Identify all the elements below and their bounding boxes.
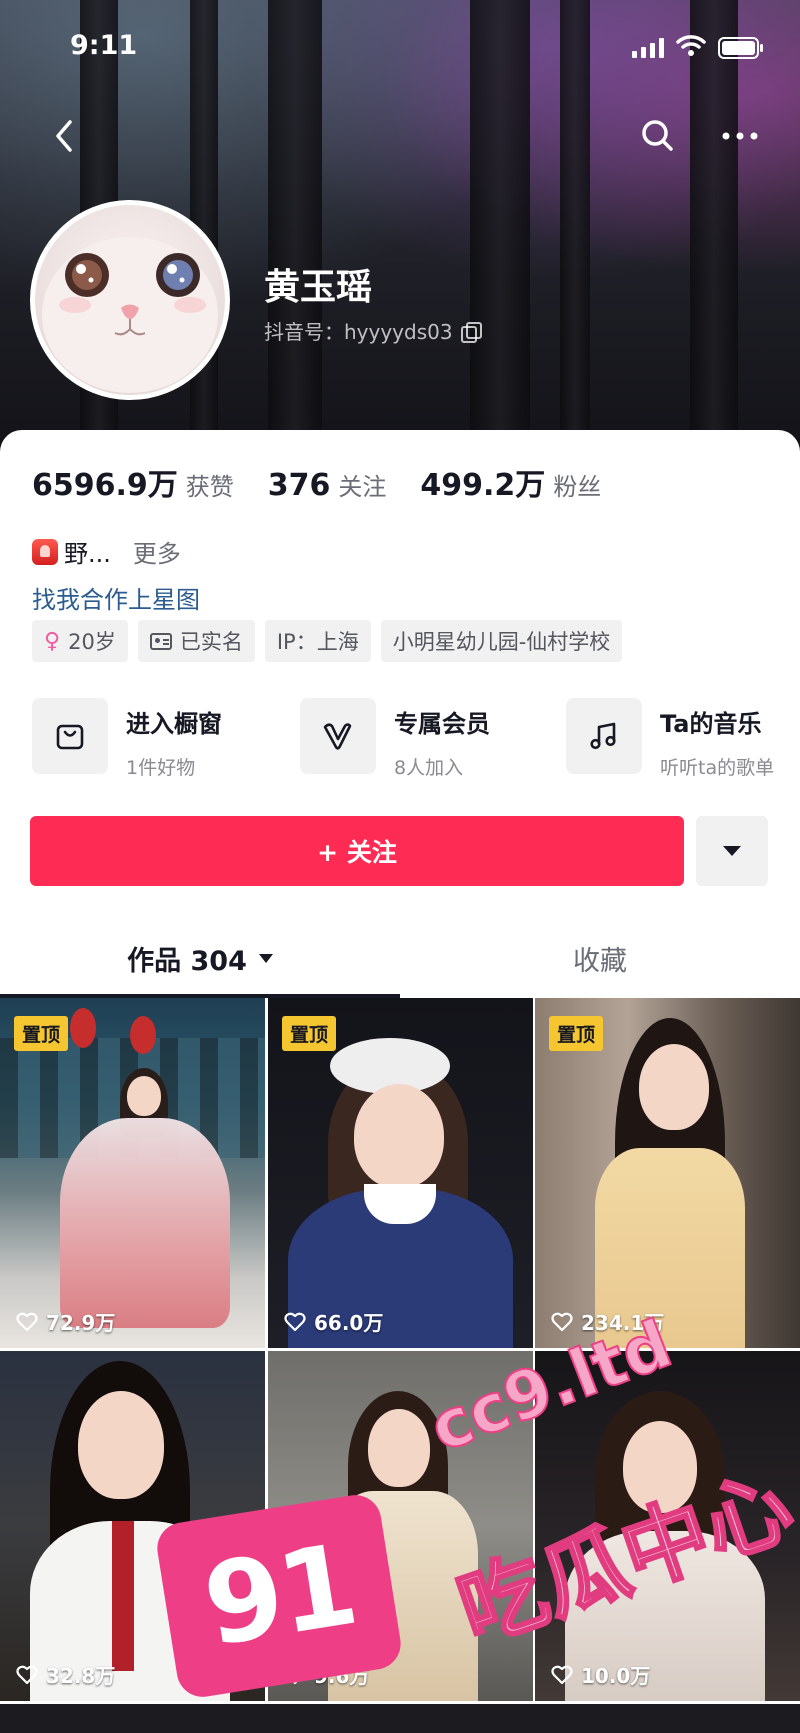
- music-title: Ta的音乐: [660, 710, 762, 738]
- following-label[interactable]: 关注: [338, 467, 386, 502]
- pinned-badge: 置顶: [282, 1016, 337, 1051]
- tab-works-label: 作品 304: [127, 945, 247, 977]
- age-tag: ♀ 20岁: [32, 620, 128, 662]
- chevron-left-icon: [56, 120, 72, 152]
- shopping-bag-icon-box: [32, 698, 108, 774]
- douyin-id: 抖音号：hyyyyds03: [264, 316, 482, 345]
- pinned-badge: 置顶: [14, 1016, 69, 1051]
- status-time: 9:11: [70, 30, 138, 61]
- video-tile[interactable]: 9.6万: [268, 1351, 533, 1701]
- search-button[interactable]: [636, 114, 680, 158]
- followers-label[interactable]: 粉丝: [553, 467, 601, 502]
- exclusive-member-subtitle: 8人加入: [394, 757, 464, 779]
- follow-button[interactable]: + 关注: [30, 816, 684, 886]
- status-bar: 9:11: [0, 0, 800, 96]
- wifi-icon: [676, 35, 706, 56]
- video-likes-count: 234.1万: [581, 1311, 665, 1335]
- id-card-icon: [149, 632, 172, 650]
- avatar[interactable]: [30, 200, 230, 400]
- caret-down-icon: [723, 846, 741, 856]
- music-subtitle: 听听ta的歌单: [660, 757, 775, 779]
- video-thumbnail: [268, 1351, 533, 1701]
- following-count[interactable]: 376: [268, 468, 331, 503]
- video-tile[interactable]: 10.0万: [535, 1351, 800, 1701]
- video-thumbnail: [535, 1351, 800, 1701]
- bio-more-link[interactable]: 更多: [133, 534, 181, 569]
- video-likes-count: 72.9万: [46, 1311, 116, 1335]
- video-likes-count: 10.0万: [581, 1664, 651, 1688]
- heart-icon: [16, 1665, 38, 1684]
- pinned-badge: 置顶: [549, 1016, 604, 1051]
- profile-stats: 6596.9万 获赞 376 关注 499.2万 粉丝: [32, 460, 635, 504]
- profile-name: 黄玉瑶: [264, 267, 373, 308]
- exclusive-member-title: 专属会员: [394, 710, 490, 738]
- likes-label[interactable]: 获赞: [186, 467, 234, 502]
- video-tile[interactable]: 32.8万: [0, 1351, 265, 1701]
- content-tabs: 作品 304 收藏: [0, 918, 800, 998]
- search-icon: [642, 120, 673, 151]
- video-tile[interactable]: 置顶 234.1万: [535, 998, 800, 1348]
- music-entry[interactable]: Ta的音乐 听听ta的歌单: [566, 698, 774, 782]
- cellular-signal-icon: [632, 38, 664, 58]
- shop-window-subtitle: 1件好物: [126, 757, 196, 779]
- video-grid: 置顶 72.9万 置顶 66.0万 置顶 234.1万 32.8万 9.6万 1…: [0, 998, 800, 1733]
- battery-icon: [718, 37, 763, 59]
- exclusive-member-entry[interactable]: 专属会员 8人加入: [300, 698, 490, 782]
- video-likes: 72.9万: [16, 1307, 115, 1336]
- video-likes: 234.1万: [551, 1307, 664, 1336]
- likes-count[interactable]: 6596.9万: [32, 460, 178, 504]
- member-icon-box: [300, 698, 376, 774]
- video-likes: 32.8万: [16, 1660, 115, 1689]
- video-thumbnail: [0, 1351, 265, 1701]
- music-icon-box: [566, 698, 642, 774]
- ip-location-text: IP：上海: [276, 630, 359, 654]
- heart-icon: [16, 1312, 38, 1331]
- shopping-bag-icon: [56, 724, 84, 750]
- profile-services: 进入橱窗 1件好物 专属会员 8人加入 Ta的音乐 听听ta的歌单: [32, 698, 800, 782]
- video-likes: 9.6万: [284, 1660, 369, 1689]
- cat-face-avatar-image: [42, 237, 218, 393]
- video-likes: 10.0万: [551, 1660, 650, 1689]
- video-likes-count: 9.6万: [314, 1664, 370, 1688]
- verified-text: 已实名: [179, 630, 243, 654]
- video-likes-count: 66.0万: [314, 1311, 384, 1335]
- school-text: 小明星幼儿园-仙村学校: [392, 630, 611, 654]
- star-map-cooperation-link[interactable]: 找我合作上星图: [32, 580, 200, 615]
- tab-works[interactable]: 作品 304: [0, 918, 400, 998]
- video-likes-count: 32.8万: [46, 1664, 116, 1688]
- heart-icon: [284, 1665, 306, 1684]
- profile-tags: ♀ 20岁 已实名 IP：上海 小明星幼儿园-仙村学校: [32, 620, 623, 662]
- shop-window-title: 进入橱窗: [126, 710, 222, 738]
- video-row-partial: [0, 1704, 800, 1733]
- video-tile[interactable]: 置顶 66.0万: [268, 998, 533, 1348]
- bio: 野... 更多: [32, 534, 181, 569]
- bio-text: 野...: [64, 540, 111, 568]
- profile-cover: 9:11 黄玉瑶 抖音号：hyyyyds03: [0, 0, 800, 460]
- heart-icon: [551, 1312, 573, 1331]
- member-v-icon: [323, 723, 352, 750]
- followers-count[interactable]: 499.2万: [420, 460, 545, 504]
- douyin-id-text: 抖音号：hyyyyds03: [264, 320, 453, 344]
- school-tag[interactable]: 小明星幼儿园-仙村学校: [380, 620, 623, 662]
- heart-icon: [284, 1312, 306, 1331]
- tab-favorites[interactable]: 收藏: [400, 918, 800, 998]
- video-tile[interactable]: 置顶 72.9万: [0, 998, 265, 1348]
- heart-icon: [551, 1665, 573, 1684]
- ip-location-tag: IP：上海: [264, 620, 371, 662]
- verified-tag[interactable]: 已实名: [137, 620, 255, 662]
- age-text: 20岁: [68, 630, 116, 654]
- female-gender-icon: ♀: [44, 628, 61, 654]
- music-note-icon: [590, 722, 616, 750]
- tab-favorites-label: 收藏: [573, 945, 627, 977]
- copy-icon[interactable]: [460, 321, 482, 343]
- more-dots-icon: [722, 132, 758, 140]
- shop-window-entry[interactable]: 进入橱窗 1件好物: [32, 698, 222, 782]
- video-likes: 66.0万: [284, 1307, 383, 1336]
- caret-down-icon: [258, 953, 273, 963]
- siren-emoji-icon: [32, 538, 58, 565]
- back-button[interactable]: [44, 112, 84, 160]
- more-options-button[interactable]: [718, 118, 762, 154]
- recommend-dropdown-button[interactable]: [696, 816, 768, 886]
